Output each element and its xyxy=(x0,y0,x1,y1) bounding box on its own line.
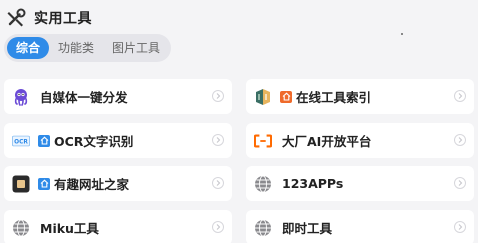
home-badge-icon xyxy=(38,177,50,190)
globe-icon xyxy=(254,175,272,193)
home-badge-icon xyxy=(38,134,50,147)
chevron-right-icon xyxy=(212,90,224,102)
square-logo-icon xyxy=(12,175,30,193)
decorative-dot xyxy=(401,33,403,35)
chevron-right-icon xyxy=(212,177,224,189)
tool-card-label: 大厂AI开放平台 xyxy=(282,134,372,149)
tool-card-label: 自媒体一键分发 xyxy=(40,90,128,105)
tool-card-ocr[interactable]: OCR OCR文字识别 xyxy=(4,123,232,158)
tool-card-miku-tools[interactable]: Miku工具 xyxy=(4,210,232,243)
globe-icon xyxy=(254,219,272,237)
tool-card-label: 123APPs xyxy=(282,176,344,191)
tool-card-label: 有趣网址之家 xyxy=(54,177,130,192)
chevron-right-icon xyxy=(454,221,466,233)
chevron-right-icon xyxy=(454,134,466,146)
tool-card-fun-sites[interactable]: 有趣网址之家 xyxy=(4,166,232,201)
tool-card-label: 即时工具 xyxy=(282,221,333,236)
ocr-logo-icon: OCR xyxy=(12,132,30,150)
chevron-right-icon xyxy=(454,90,466,102)
tool-card-online-tools-index[interactable]: 在线工具索引 xyxy=(246,79,474,114)
tab-image-tools[interactable]: 图片工具 xyxy=(103,37,169,59)
tools-icon xyxy=(6,8,26,28)
ocr-logo-text: OCR xyxy=(14,139,28,145)
tab-general[interactable]: 综合 xyxy=(7,37,50,59)
tool-card-media-distribute[interactable]: 自媒体一键分发 xyxy=(4,79,232,114)
tab-functional[interactable]: 功能类 xyxy=(49,37,103,59)
tool-card-123apps[interactable]: 123APPs xyxy=(246,166,474,201)
tool-card-label: 在线工具索引 xyxy=(296,90,372,105)
tool-card-ai-platforms[interactable]: 大厂AI开放平台 xyxy=(246,123,474,158)
folder-logo-icon xyxy=(254,88,272,106)
home-badge-icon xyxy=(280,90,292,103)
aliyun-logo-icon xyxy=(254,132,272,150)
tool-card-label: OCR文字识别 xyxy=(54,134,134,149)
chevron-right-icon xyxy=(212,221,224,233)
tool-card-label: Miku工具 xyxy=(40,221,99,236)
globe-icon xyxy=(12,219,30,237)
section-title: 实用工具 xyxy=(34,11,92,27)
chevron-right-icon xyxy=(212,134,224,146)
tool-card-instant-tools[interactable]: 即时工具 xyxy=(246,210,474,243)
chevron-right-icon xyxy=(454,177,466,189)
octopus-logo-icon xyxy=(12,88,30,106)
tab-bar: 综合 功能类 图片工具 xyxy=(4,34,171,62)
section-header: 实用工具 xyxy=(6,6,92,30)
tools-page: 实用工具 综合 功能类 图片工具 自媒体一键分发 在线工具索引 OCR OCR文… xyxy=(0,0,478,243)
